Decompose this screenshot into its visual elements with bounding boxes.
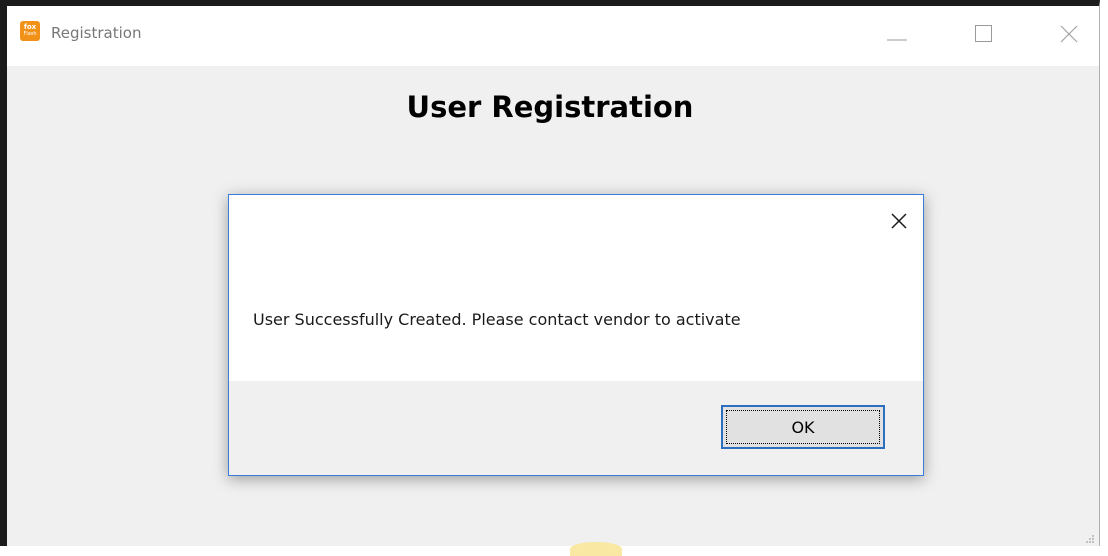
page-title: User Registration [406,90,694,124]
minimize-icon [887,39,907,41]
partial-logo-graphic [570,542,622,556]
close-icon [891,213,907,229]
dialog-close-button[interactable] [885,207,913,235]
resize-grip-icon[interactable] [1085,534,1095,544]
app-logo-icon: fox Flash [20,21,40,41]
maximize-icon [975,25,992,42]
minimize-button[interactable] [869,14,915,50]
app-logo-text: fox [23,23,37,31]
close-icon [1060,25,1078,43]
maximize-button[interactable] [959,14,1005,50]
ok-button-label: OK [726,410,880,444]
window-title: Registration [51,24,142,42]
message-dialog: User Successfully Created. Please contac… [228,194,924,476]
title-bar[interactable]: fox Flash Registration [7,6,1099,66]
app-logo-subtext: Flash [23,31,37,37]
dialog-footer: OK [229,381,923,475]
ok-button[interactable]: OK [721,405,885,449]
window-close-button[interactable] [1045,14,1091,50]
dialog-message: User Successfully Created. Please contac… [253,310,741,329]
